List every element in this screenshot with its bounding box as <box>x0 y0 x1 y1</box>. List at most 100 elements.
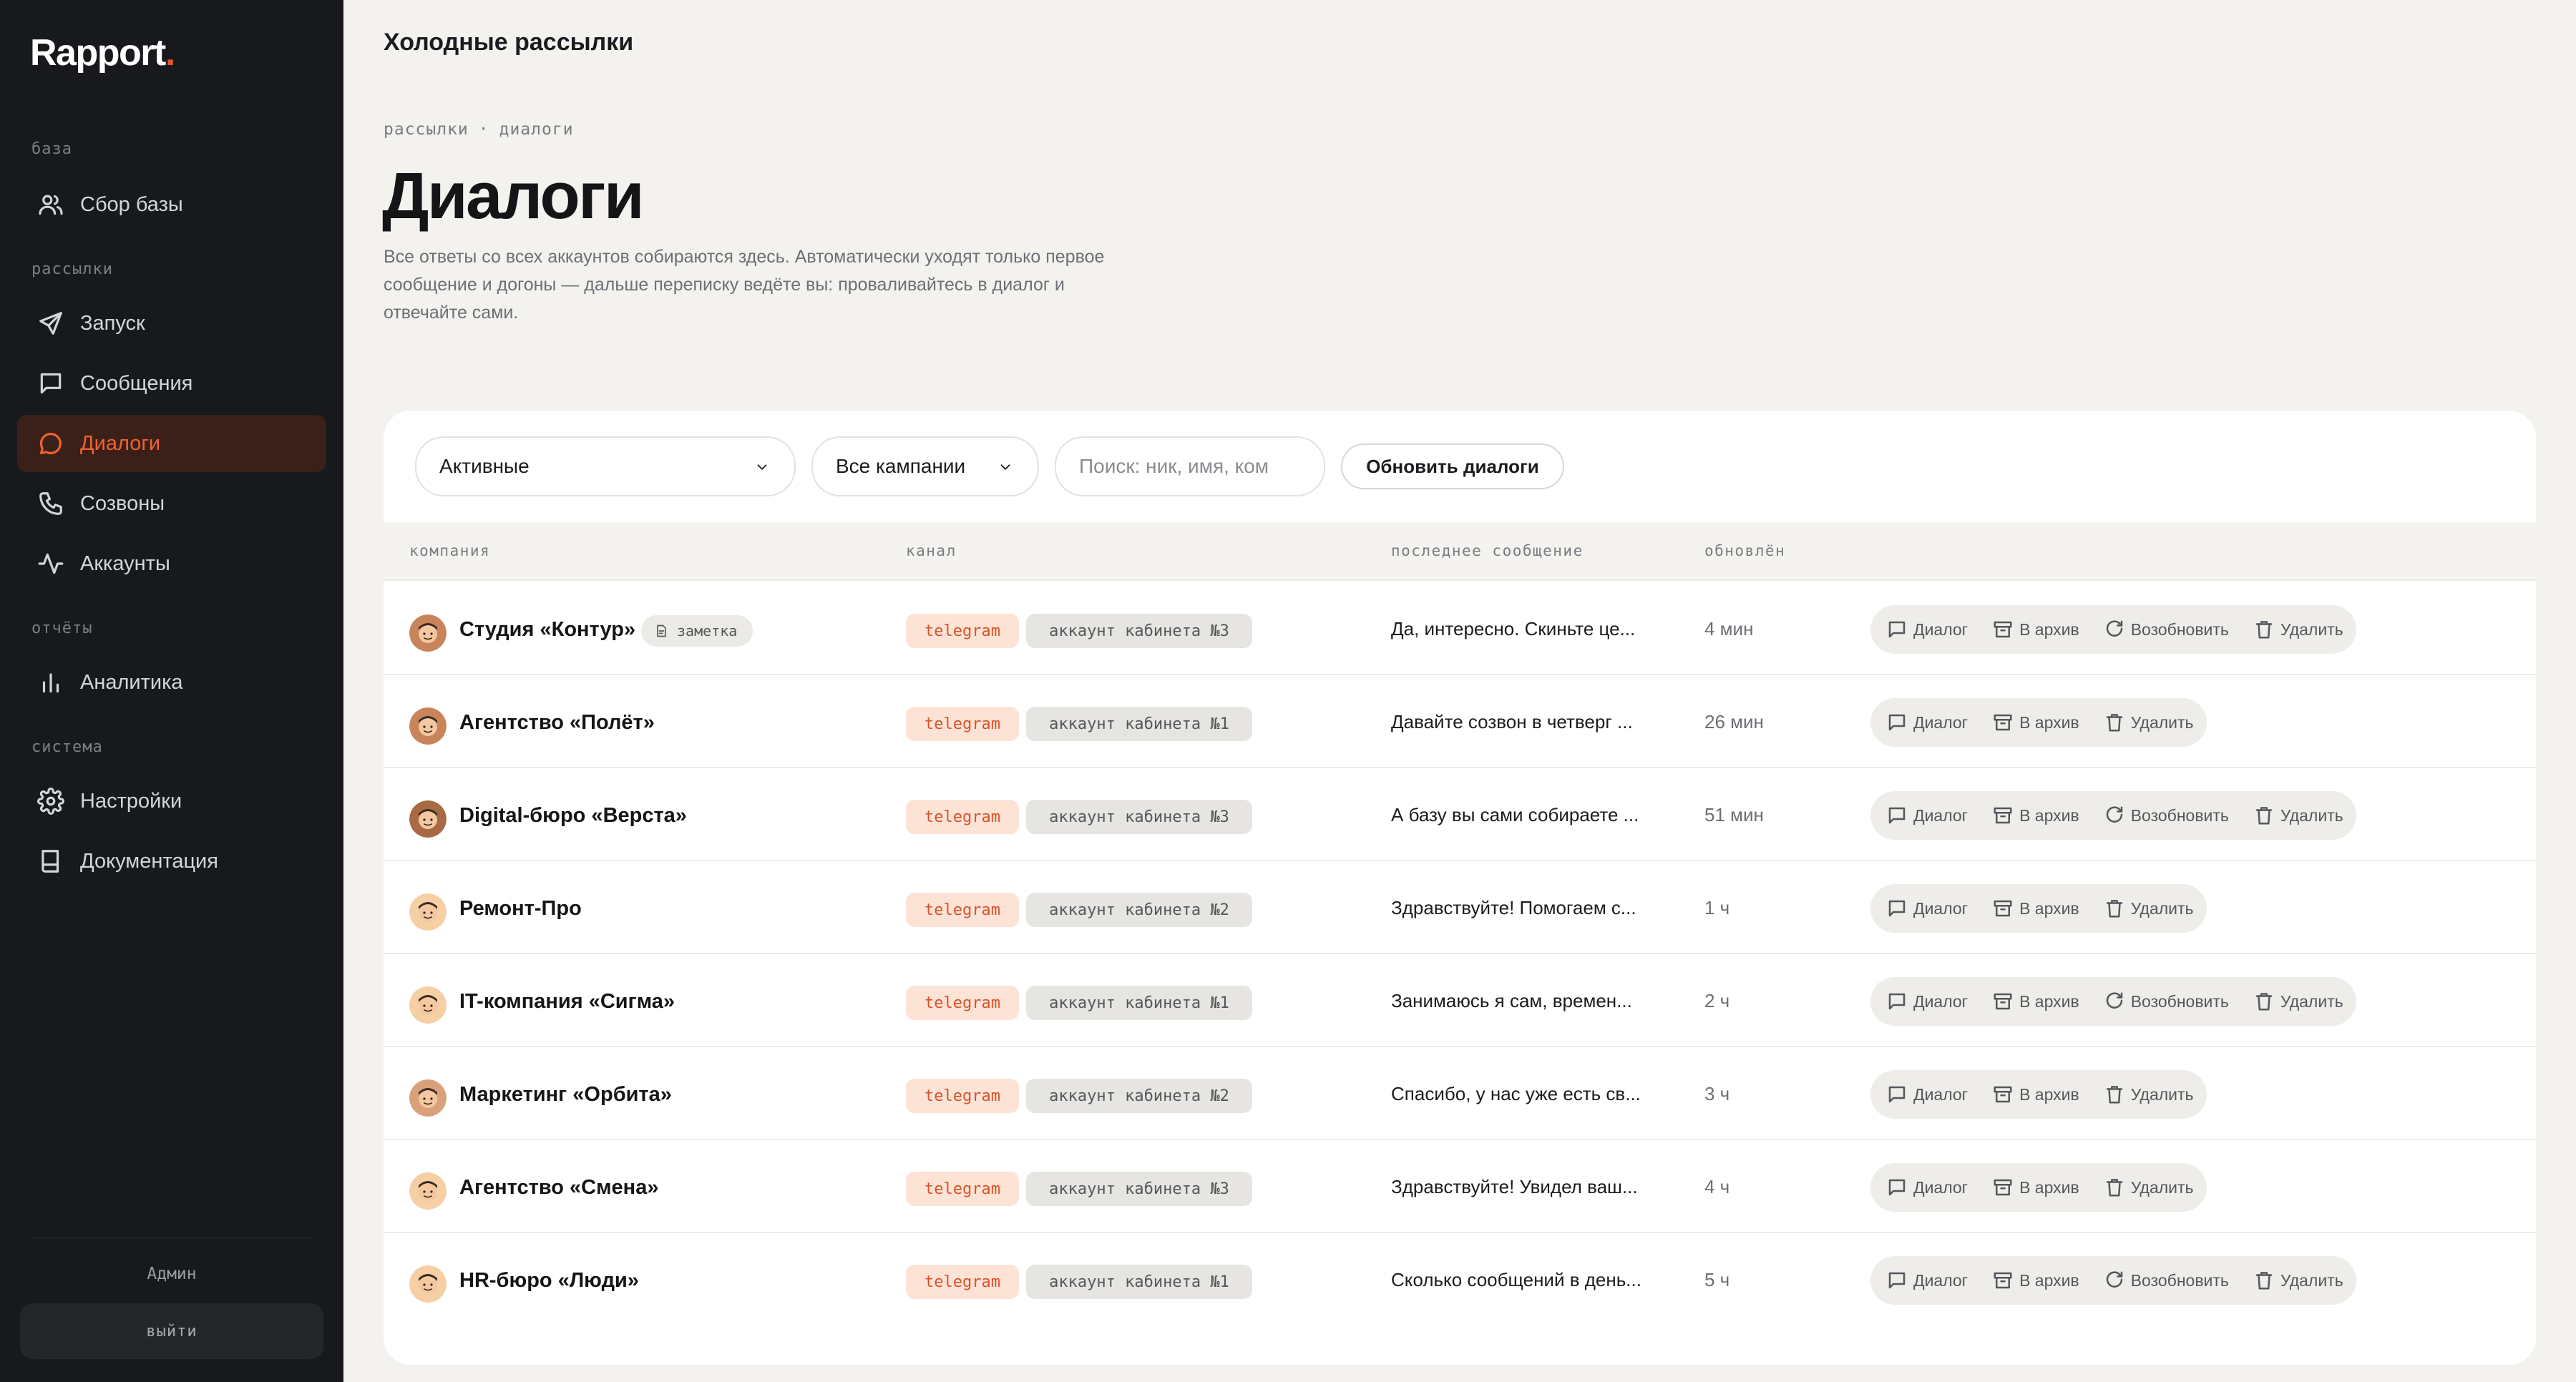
row-actions: Диалог В архив Удалить <box>1870 698 2207 747</box>
archive-button[interactable]: В архив <box>1992 712 2079 733</box>
resume-button[interactable]: Возобновить <box>2104 1270 2229 1291</box>
app-logo[interactable]: Rapport. <box>30 31 175 74</box>
sidebar-item-analytics[interactable]: Аналитика <box>17 654 326 711</box>
logout-button[interactable]: выйти <box>20 1303 323 1359</box>
sidebar-item-label: Запуск <box>80 311 145 335</box>
action-label: Возобновить <box>2130 1270 2229 1290</box>
channel-badge: telegram <box>906 1265 1019 1299</box>
table-row[interactable]: IT-компания «Сигма» telegram аккаунт каб… <box>384 954 2536 1047</box>
bar-chart-icon <box>42 673 59 693</box>
action-label: Возобновить <box>2130 805 2229 825</box>
search-input[interactable] <box>1055 436 1325 496</box>
avatar-icon <box>409 986 447 1024</box>
table-row[interactable]: HR-бюро «Люди» telegram аккаунт кабинета… <box>384 1233 2536 1326</box>
table-row[interactable]: Агентство «Смена» telegram аккаунт кабин… <box>384 1140 2536 1233</box>
note-badge[interactable]: заметка <box>641 615 753 647</box>
delete-button[interactable]: Удалить <box>2253 619 2343 640</box>
sidebar-item-calls[interactable]: Созвоны <box>17 475 326 532</box>
last-message[interactable]: Здравствуйте! Помогаем с... <box>1391 897 1656 919</box>
open-dialog-button[interactable]: Диалог <box>1886 1084 1968 1105</box>
delete-button[interactable]: Удалить <box>2253 1270 2343 1291</box>
last-message[interactable]: Давайте созвон в четверг ... <box>1391 711 1656 733</box>
archive-button[interactable]: В архив <box>1992 1084 2079 1105</box>
phone-icon <box>39 492 62 515</box>
open-dialog-button[interactable]: Диалог <box>1886 898 1968 919</box>
delete-button[interactable]: Удалить <box>2253 805 2343 826</box>
message-icon <box>1888 621 1906 638</box>
company-name[interactable]: Студия «Контур» <box>459 618 635 642</box>
action-label: Удалить <box>2280 805 2343 825</box>
nav-section-system: система <box>31 738 103 756</box>
last-message[interactable]: А базу вы сами собираете ... <box>1391 804 1656 826</box>
updated-time: 5 ч <box>1704 1269 1730 1290</box>
updated-time: 2 ч <box>1704 990 1730 1011</box>
open-dialog-button[interactable]: Диалог <box>1886 1177 1968 1198</box>
row-actions: Диалог В архив Удалить <box>1870 1163 2207 1212</box>
resume-button[interactable]: Возобновить <box>2104 619 2229 640</box>
archive-button[interactable]: В архив <box>1992 898 2079 919</box>
channel-badge: telegram <box>906 1079 1019 1113</box>
company-name[interactable]: Маркетинг «Орбита» <box>459 1083 672 1107</box>
sidebar-item-settings[interactable]: Настройки <box>17 773 326 830</box>
last-message[interactable]: Занимаюсь я сам, времен... <box>1391 990 1656 1012</box>
last-message[interactable]: Здравствуйте! Увидел ваш... <box>1391 1176 1656 1198</box>
action-label: Диалог <box>1913 1177 1968 1197</box>
breadcrumb-item-mailings[interactable]: рассылки <box>384 120 469 139</box>
last-message[interactable]: Сколько сообщений в день... <box>1391 1269 1656 1291</box>
archive-icon <box>1994 714 2012 731</box>
channel-badge: telegram <box>906 614 1019 648</box>
sidebar-item-docs[interactable]: Документация <box>17 833 326 890</box>
company-name[interactable]: Digital-бюро «Верста» <box>459 804 687 828</box>
company-name[interactable]: IT-компания «Сигма» <box>459 990 675 1014</box>
company-name[interactable]: Ремонт-Про <box>459 897 582 921</box>
archive-icon <box>1994 993 2012 1010</box>
channel-badge: telegram <box>906 1172 1019 1206</box>
sidebar-item-messages[interactable]: Сообщения <box>17 355 326 412</box>
table-row[interactable]: Студия «Контур» заметка telegram аккаунт… <box>384 582 2536 675</box>
users-icon <box>39 195 63 215</box>
archive-button[interactable]: В архив <box>1992 619 2079 640</box>
action-label: Удалить <box>2130 898 2194 918</box>
archive-button[interactable]: В архив <box>1992 991 2079 1012</box>
sidebar-item-launch[interactable]: Запуск <box>17 295 326 352</box>
archive-button[interactable]: В архив <box>1992 1270 2079 1291</box>
sidebar-item-label: Аналитика <box>80 670 183 694</box>
sidebar-item-accounts[interactable]: Аккаунты <box>17 535 326 592</box>
campaign-filter-select[interactable]: Все кампании <box>811 436 1039 496</box>
table-row[interactable]: Агентство «Полёт» telegram аккаунт кабин… <box>384 675 2536 768</box>
sidebar-item-collect-base[interactable]: Сбор базы <box>17 176 326 233</box>
table-row[interactable]: Маркетинг «Орбита» telegram аккаунт каби… <box>384 1047 2536 1140</box>
table-row[interactable]: Digital-бюро «Верста» telegram аккаунт к… <box>384 768 2536 861</box>
refresh-dialogs-button[interactable]: Обновить диалоги <box>1341 443 1564 489</box>
company-name[interactable]: Агентство «Полёт» <box>459 711 655 735</box>
delete-button[interactable]: Удалить <box>2253 991 2343 1012</box>
status-filter-select[interactable]: Активные <box>415 436 796 496</box>
resume-button[interactable]: Возобновить <box>2104 991 2229 1012</box>
archive-button[interactable]: В архив <box>1992 1177 2079 1198</box>
delete-button[interactable]: Удалить <box>2104 1084 2194 1105</box>
last-message[interactable]: Спасибо, у нас уже есть св... <box>1391 1083 1656 1105</box>
sidebar-item-dialogs[interactable]: Диалоги <box>17 415 326 472</box>
action-label: В архив <box>2019 1177 2079 1197</box>
trash-icon <box>2106 1179 2122 1197</box>
delete-button[interactable]: Удалить <box>2104 1177 2194 1198</box>
refresh-icon <box>2106 806 2122 823</box>
open-dialog-button[interactable]: Диалог <box>1886 1270 1968 1291</box>
account-badge: аккаунт кабинета №3 <box>1026 614 1252 648</box>
trash-icon <box>2255 621 2273 639</box>
row-actions: Диалог В архив Возобновить Удалить <box>1870 791 2356 840</box>
resume-button[interactable]: Возобновить <box>2104 805 2229 826</box>
company-name[interactable]: HR-бюро «Люди» <box>459 1269 639 1293</box>
open-dialog-button[interactable]: Диалог <box>1886 991 1968 1012</box>
last-message[interactable]: Да, интересно. Скиньте це... <box>1391 618 1656 640</box>
company-name[interactable]: Агентство «Смена» <box>459 1176 658 1200</box>
table-row[interactable]: Ремонт-Про telegram аккаунт кабинета №2 … <box>384 861 2536 954</box>
open-dialog-button[interactable]: Диалог <box>1886 712 1968 733</box>
archive-button[interactable]: В архив <box>1992 805 2079 826</box>
open-dialog-button[interactable]: Диалог <box>1886 619 1968 640</box>
sidebar-item-label: Аккаунты <box>80 552 170 575</box>
action-label: Удалить <box>2130 1177 2194 1197</box>
delete-button[interactable]: Удалить <box>2104 898 2194 919</box>
open-dialog-button[interactable]: Диалог <box>1886 805 1968 826</box>
delete-button[interactable]: Удалить <box>2104 712 2194 733</box>
